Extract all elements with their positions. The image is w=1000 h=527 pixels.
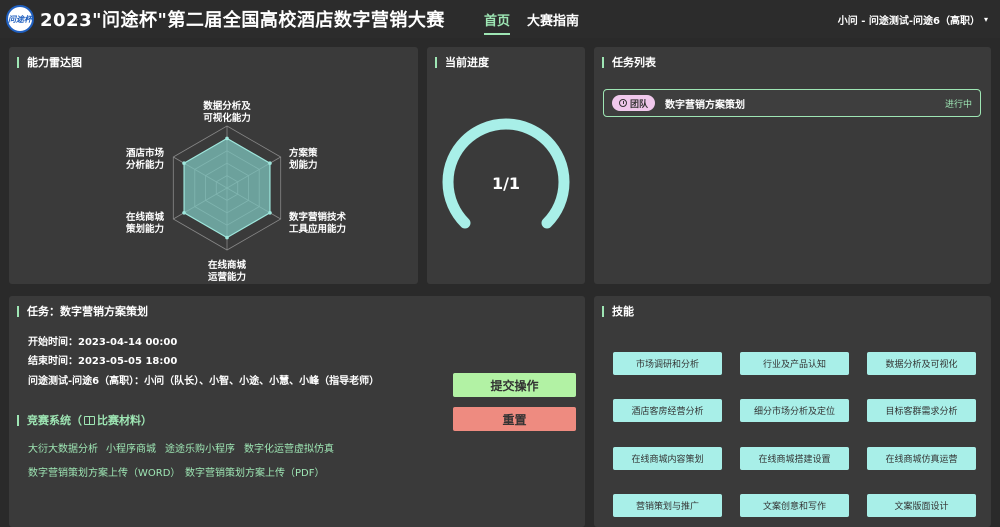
system-section-title: 竞赛系统（ 比赛材料） <box>17 415 152 426</box>
system-link-dayan[interactable]: 大衍大数据分析 <box>28 440 98 455</box>
skill-tag[interactable]: 在线商城搭建设置 <box>740 447 849 470</box>
skill-tag[interactable]: 在线商城仿真运营 <box>867 447 976 470</box>
app-logo: 问途杯 <box>6 5 34 33</box>
radar-axis-label-line: 运营能力 <box>208 271 246 283</box>
upload-word-link[interactable]: 数字营销策划方案上传（WORD） <box>28 464 180 479</box>
submit-button[interactable]: 提交操作 <box>453 373 576 397</box>
system-title-prefix: 竞赛系统（ <box>27 414 82 427</box>
skill-tag[interactable]: 行业及产品认知 <box>740 352 849 375</box>
skill-tag[interactable]: 在线商城内容策划 <box>613 447 722 470</box>
progress-gauge: 1/1 <box>442 118 570 229</box>
radar-axis-label-line: 在线商城 <box>208 259 247 271</box>
skills-panel: 技能 市场调研和分析 行业及产品认知 数据分析及可视化 酒店客房经营分析 细分市… <box>594 296 991 527</box>
radar-axis-label-line: 工具应用能力 <box>289 223 346 235</box>
app-title: 2023"问途杯"第二届全国高校酒店数字营销大赛 <box>40 10 445 31</box>
team-badge: 团队 <box>612 95 656 111</box>
task-list-panel: 任务列表 团队 数字营销方案策划 进行中 <box>594 47 991 284</box>
system-link-mini-mall[interactable]: 小程序商城 <box>106 440 156 455</box>
clock-icon <box>619 99 627 107</box>
radar-axis-label: 在线商城运营能力 <box>208 259 247 283</box>
user-menu[interactable]: 小问 - 问途测试-问途6（高职） ▾ <box>838 12 988 27</box>
radar-axis-label-line: 数字营销技术 <box>288 211 347 223</box>
radar-axis-label: 数字营销技术工具应用能力 <box>288 211 347 235</box>
radar-axis-label-line: 可视化能力 <box>203 112 251 124</box>
skill-tag[interactable]: 文案版面设计 <box>867 494 976 517</box>
task-start-time: 开始时间：2023-04-14 00:00 <box>28 337 178 348</box>
radar-axis-label-line: 酒店市场 <box>126 147 165 159</box>
task-list-title: 任务列表 <box>602 57 656 68</box>
skills-panel-title: 技能 <box>602 306 634 317</box>
radar-axis-label: 在线商城策划能力 <box>125 211 165 235</box>
task-end-time: 结束时间：2023-05-05 18:00 <box>28 356 178 367</box>
radar-chart: 数据分析及可视化能力方案策划能力数字营销技术工具应用能力在线商城运营能力在线商城… <box>125 100 347 283</box>
radar-axis-label-line: 分析能力 <box>126 159 164 171</box>
progress-text: 1/1 <box>492 174 520 193</box>
radar-axis-label: 方案策划能力 <box>289 147 318 171</box>
task-list-item-name: 数字营销方案策划 <box>665 99 746 111</box>
skill-tag[interactable]: 文案创意和写作 <box>740 494 849 517</box>
nav-home[interactable]: 首页 <box>484 10 511 35</box>
task-detail-panel: 任务：数字营销方案策划 开始时间：2023-04-14 00:00 结束时间：2… <box>9 296 585 527</box>
user-name: 小问 - 问途测试-问途6（高职） <box>837 16 980 27</box>
book-icon <box>84 416 95 425</box>
radar-data-point <box>182 211 186 215</box>
upload-pdf-link[interactable]: 数字营销策划方案上传（PDF） <box>185 464 324 479</box>
caret-down-icon: ▾ <box>983 15 988 24</box>
system-title-suffix: ） <box>141 414 152 427</box>
radar-data-point <box>268 161 272 165</box>
radar-data-point <box>268 211 272 215</box>
radar-axis-label: 数据分析及可视化能力 <box>202 100 251 124</box>
radar-axis-label-line: 策划能力 <box>125 223 164 235</box>
radar-axis-label: 酒店市场分析能力 <box>126 147 165 171</box>
system-link-tutu-mini[interactable]: 途途乐购小程序 <box>165 440 235 455</box>
skill-tag[interactable]: 营销策划与推广 <box>613 494 722 517</box>
skill-tag[interactable]: 酒店客房经营分析 <box>613 399 722 422</box>
radar-data-area <box>183 137 271 239</box>
team-badge-label: 团队 <box>630 99 649 110</box>
skill-tag[interactable]: 数据分析及可视化 <box>867 352 976 375</box>
reset-button[interactable]: 重置 <box>453 407 576 431</box>
radar-data-point <box>225 235 229 240</box>
radar-data-point <box>225 136 229 141</box>
radar-axis-label-line: 数据分析及 <box>202 100 251 112</box>
skill-tag[interactable]: 市场调研和分析 <box>613 352 722 375</box>
task-list-item[interactable]: 团队 数字营销方案策划 进行中 <box>603 89 981 117</box>
task-team-members: 问途测试-问途6（高职）：小问（队长）、小智、小途、小慧、小峰（指导老师） <box>28 376 380 387</box>
top-header: 问途杯 2023"问途杯"第二届全国高校酒店数字营销大赛 首页 大赛指南 小问 … <box>0 0 1000 38</box>
task-status: 进行中 <box>944 99 972 110</box>
radar-data-point <box>182 161 186 165</box>
radar-panel: 能力雷达图 数据分析及可视化能力 方案策划能力 数字营销技术工具应用能力 在线商城运营… <box>9 47 418 284</box>
system-link-simulation[interactable]: 数字化运营虚拟仿真 <box>244 440 334 455</box>
radar-axis-label-line: 在线商城 <box>126 211 165 223</box>
radar-axis-label-line: 划能力 <box>289 159 318 171</box>
radar-axis-label-line: 方案策 <box>289 147 318 159</box>
skill-tag[interactable]: 目标客群需求分析 <box>867 399 976 422</box>
progress-panel: 当前进度 1/1 <box>427 47 585 284</box>
nav-guide[interactable]: 大赛指南 <box>527 10 579 29</box>
task-detail-title: 任务：数字营销方案策划 <box>17 306 148 317</box>
materials-link[interactable]: 比赛材料 <box>97 414 141 427</box>
skill-tag[interactable]: 细分市场分析及定位 <box>740 399 849 422</box>
